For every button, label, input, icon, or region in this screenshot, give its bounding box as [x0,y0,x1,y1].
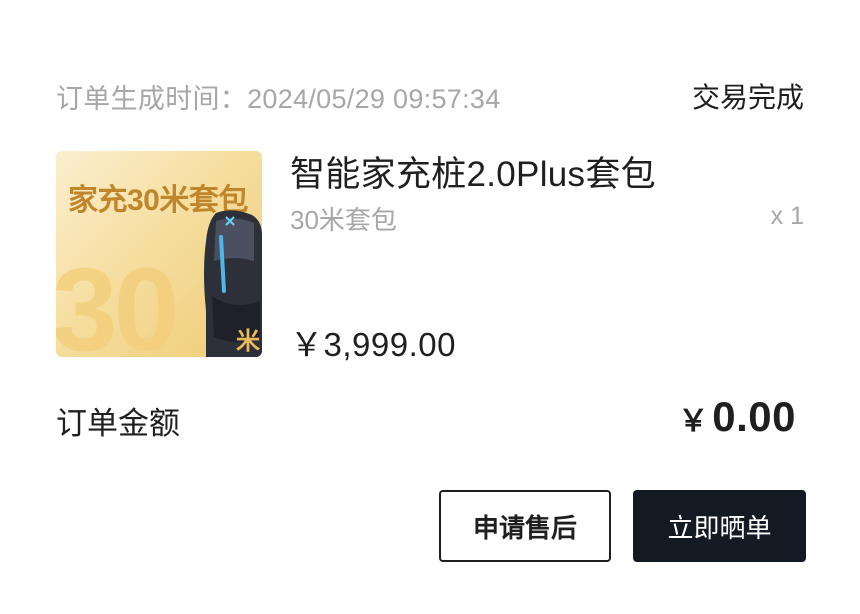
product-spec: 30米套包 [290,205,397,235]
product-thumbnail[interactable]: 30 家充30米套包 米 [56,151,262,357]
order-time: 订单生成时间：2024/05/29 09:57:34 [56,77,501,116]
order-amount-value: 0.00 [712,393,796,440]
charger-icon [204,210,262,357]
order-amount: ￥ 0.00 [678,393,796,441]
product-quantity: x 1 [770,202,804,230]
order-amount-label: 订单金额 [56,406,180,441]
order-amount-currency: ￥ [678,405,709,438]
order-time-label: 订单生成时间： [56,83,248,114]
order-time-value: 2024/05/29 09:57:34 [247,83,501,114]
product-price: ￥3,999.00 [290,326,456,363]
thumbnail-unit: 米 [236,328,260,355]
product-name[interactable]: 智能家充桩2.0Plus套包 [290,146,656,197]
order-header: 订单生成时间：2024/05/29 09:57:34 交易完成 [56,76,804,116]
share-order-button[interactable]: 立即晒单 [633,490,806,562]
after-sale-button[interactable]: 申请售后 [439,490,611,562]
order-status: 交易完成 [691,82,804,113]
